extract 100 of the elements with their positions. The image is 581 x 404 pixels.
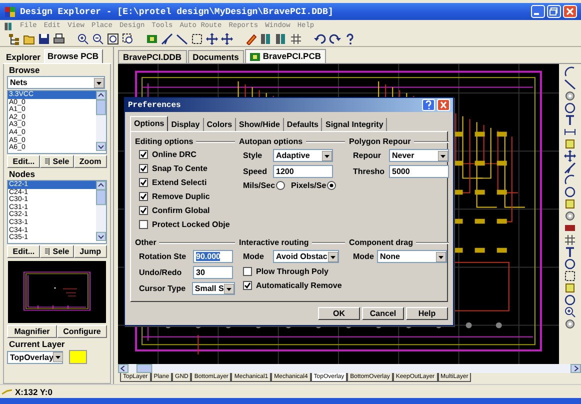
vertical-scrollbar[interactable]	[96, 181, 106, 241]
close-icon[interactable]	[563, 5, 577, 18]
checkbox[interactable]	[139, 220, 148, 229]
vertical-scrollbar[interactable]	[96, 91, 106, 151]
square-icon[interactable]	[564, 198, 576, 210]
dropdown-arrow-icon[interactable]	[53, 352, 64, 362]
tree-icon[interactable]	[8, 33, 20, 45]
checkbox[interactable]	[139, 178, 148, 187]
document-icon[interactable]	[4, 22, 13, 30]
button[interactable]: Help	[406, 307, 448, 320]
input-field[interactable]: 90.000	[193, 250, 233, 263]
fill-icon[interactable]	[564, 222, 576, 234]
cross-arrows-icon[interactable]	[221, 33, 233, 45]
dropdown[interactable]: Adaptive	[273, 149, 333, 162]
grid-icon[interactable]	[564, 234, 576, 246]
dropdown[interactable]: Never	[389, 149, 449, 162]
zoom-out-icon[interactable]	[92, 33, 104, 45]
button[interactable]: OK	[318, 307, 360, 320]
button[interactable]: Zoom	[74, 155, 107, 168]
radio-button[interactable]	[327, 181, 336, 190]
dropdown-arrow-icon[interactable]	[322, 150, 332, 160]
move-icon[interactable]	[206, 33, 218, 45]
input-field[interactable]: 30	[193, 266, 233, 279]
pad-icon[interactable]	[564, 90, 576, 102]
circle-icon[interactable]	[564, 294, 576, 306]
checkbox[interactable]	[139, 150, 148, 159]
dropdown-arrow-icon[interactable]	[328, 252, 338, 262]
dialog-tab[interactable]: Defaults	[284, 118, 322, 131]
square-icon[interactable]	[564, 282, 576, 294]
checkbox[interactable]	[139, 164, 148, 173]
layer-dropdown[interactable]: TopOverlay	[7, 350, 63, 364]
dialog-tab[interactable]: Show/Hide	[236, 118, 284, 131]
circle-icon[interactable]	[564, 186, 576, 198]
trace-icon[interactable]	[564, 162, 576, 174]
document-tab[interactable]: Documents	[188, 50, 244, 63]
selection-icon[interactable]	[191, 33, 203, 45]
print-icon[interactable]	[53, 33, 65, 45]
dropdown[interactable]: None	[377, 250, 447, 263]
button[interactable]: Cancel	[362, 307, 404, 320]
circle-icon[interactable]	[564, 258, 576, 270]
dropdown-arrow-icon[interactable]	[436, 252, 446, 262]
help-icon[interactable]	[344, 33, 356, 45]
dropdown[interactable]: Small S	[192, 282, 235, 295]
board-icon[interactable]	[146, 33, 158, 45]
redo-icon[interactable]	[329, 33, 341, 45]
cross-arrows-icon[interactable]	[564, 150, 576, 162]
circle-icon[interactable]	[564, 102, 576, 114]
input-field[interactable]: 1200	[273, 165, 333, 178]
close-icon[interactable]	[437, 99, 450, 111]
zoom-area-icon[interactable]	[122, 33, 134, 45]
panel-tab[interactable]: Explorer	[3, 51, 44, 63]
checkbox[interactable]	[243, 267, 252, 276]
radio-button[interactable]	[276, 181, 286, 190]
input-field[interactable]: 5000	[389, 165, 449, 178]
button[interactable]: Magnifier	[7, 325, 57, 338]
button[interactable]: Jump	[74, 245, 107, 258]
dialog-tab[interactable]: Display	[168, 118, 204, 131]
zoom-in-icon[interactable]	[77, 33, 89, 45]
undo-icon[interactable]	[314, 33, 326, 45]
dialog-tab[interactable]: Options	[130, 116, 168, 131]
dropdown-arrow-icon[interactable]	[94, 78, 104, 88]
zoom-in-icon[interactable]	[564, 306, 576, 318]
arc-icon[interactable]	[564, 174, 576, 186]
dimension-icon[interactable]	[564, 126, 576, 138]
library-icon[interactable]	[275, 33, 287, 45]
dialog-tab[interactable]: Colors	[204, 118, 236, 131]
grid-icon[interactable]	[290, 33, 302, 45]
document-tab[interactable]: BravePCI.DDB	[118, 50, 187, 63]
button[interactable]: Configure	[57, 325, 107, 338]
selection-icon[interactable]	[564, 270, 576, 282]
restore-icon[interactable]	[547, 5, 561, 18]
minimize-icon[interactable]	[531, 5, 545, 18]
zoom-fit-icon[interactable]	[107, 33, 119, 45]
line-icon[interactable]	[564, 78, 576, 90]
button[interactable]: Sele	[40, 245, 74, 258]
document-tab[interactable]: BravePCI.PCB	[244, 49, 326, 63]
dropdown-arrow-icon[interactable]	[224, 284, 234, 294]
dropdown-arrow-icon[interactable]	[438, 150, 448, 160]
dropdown[interactable]: Avoid Obstac	[273, 250, 339, 263]
button[interactable]: Edit...	[7, 245, 40, 258]
square-icon[interactable]	[564, 138, 576, 150]
trace-icon[interactable]	[161, 33, 173, 45]
dialog-tab[interactable]: Signal Integrity	[322, 118, 388, 131]
dropdown[interactable]: Nets	[7, 76, 105, 89]
text-icon[interactable]	[564, 246, 576, 258]
library-icon[interactable]	[260, 33, 272, 45]
line-icon[interactable]	[176, 33, 188, 45]
text-icon[interactable]	[564, 114, 576, 126]
panel-tab[interactable]: Browse PCB	[44, 49, 103, 63]
pad-icon[interactable]	[564, 210, 576, 222]
checkbox[interactable]	[243, 281, 252, 290]
checkbox[interactable]	[139, 192, 148, 201]
button[interactable]: Edit...	[7, 155, 40, 168]
arc-icon[interactable]	[564, 66, 576, 78]
pad-icon[interactable]	[564, 318, 576, 330]
save-icon[interactable]	[38, 33, 50, 45]
button[interactable]: Sele	[40, 155, 74, 168]
help-icon[interactable]	[422, 99, 435, 111]
checkbox[interactable]	[139, 206, 148, 215]
horizontal-scrollbar[interactable]	[118, 364, 581, 373]
